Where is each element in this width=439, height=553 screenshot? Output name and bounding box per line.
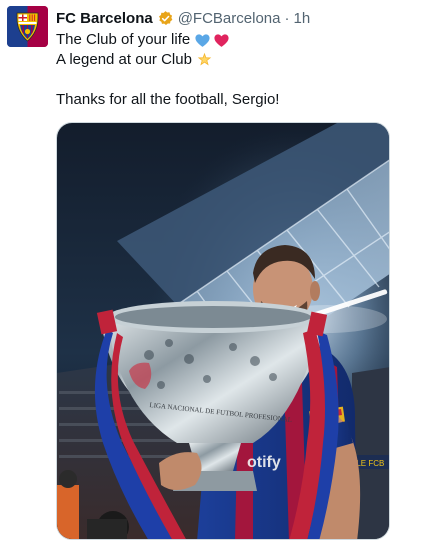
tweet-line-empty — [56, 70, 426, 90]
tweet-line: A legend at our Club — [56, 50, 426, 70]
tweet-line-text: Thanks for all the football, Sergio! — [56, 91, 280, 108]
fc-barcelona-crest-icon — [7, 6, 48, 47]
author-handle[interactable]: @FCBarcelona — [178, 10, 281, 27]
tweet-line: Thanks for all the football, Sergio! — [56, 90, 426, 110]
tweet-line: The Club of your life — [56, 30, 426, 50]
red-heart-icon — [213, 32, 230, 49]
tweet-line-text: The Club of your life — [56, 31, 191, 48]
tweet-header: FC Barcelona @FCBarcelona · 1h — [56, 8, 310, 28]
separator-dot: · — [284, 9, 290, 27]
timestamp[interactable]: 1h — [293, 10, 310, 27]
tweet-photo[interactable]: ALE FCB otify LIGA NACIONAL DE FUTBOL PR… — [56, 122, 390, 540]
svg-text:otify: otify — [247, 454, 281, 471]
glowing-star-icon — [196, 52, 213, 69]
tweet-line-text: A legend at our Club — [56, 51, 192, 68]
tweet[interactable]: FC Barcelona @FCBarcelona · 1h The Club … — [0, 0, 439, 553]
blue-heart-icon — [194, 32, 211, 49]
author-name[interactable]: FC Barcelona — [56, 10, 153, 27]
tweet-text: The Club of your life A legend at our Cl… — [56, 30, 426, 110]
gold-verified-icon[interactable] — [157, 10, 174, 27]
avatar[interactable] — [7, 6, 48, 47]
stadium-trophy-photo: ALE FCB otify LIGA NACIONAL DE FUTBOL PR… — [57, 123, 389, 539]
